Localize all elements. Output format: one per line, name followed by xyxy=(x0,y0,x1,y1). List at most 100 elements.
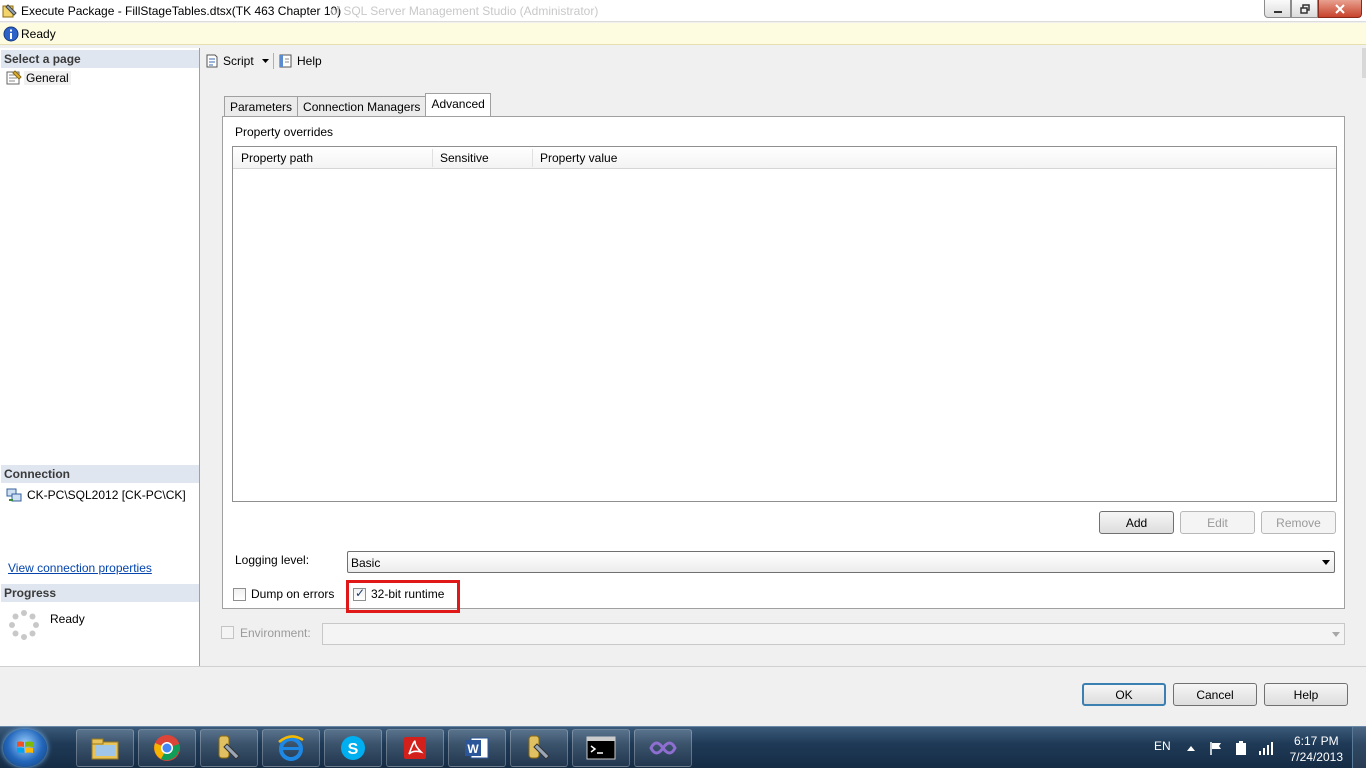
scrollbar[interactable] xyxy=(1362,48,1366,78)
taskbar-app-internet-explorer[interactable] xyxy=(262,729,320,767)
file-explorer-icon xyxy=(91,738,119,760)
minimize-button[interactable] xyxy=(1264,0,1291,18)
progress-header: Progress xyxy=(1,584,199,602)
status-bar: Ready xyxy=(0,23,1366,45)
visual-studio-icon xyxy=(649,741,677,755)
windows-logo-icon xyxy=(17,741,33,753)
action-center-flag-icon[interactable] xyxy=(1208,740,1224,756)
advanced-tab-panel: Property overrides Property path Sensiti… xyxy=(222,116,1345,613)
show-hidden-icons-icon[interactable] xyxy=(1183,740,1199,756)
tab-parameters[interactable]: Parameters xyxy=(224,96,299,116)
svg-text:W: W xyxy=(467,742,479,756)
dropdown-arrow-icon xyxy=(1332,632,1340,637)
chrome-icon xyxy=(154,735,180,761)
help-icon xyxy=(279,54,292,68)
left-panel: Select a page General Connection CK-PC\S… xyxy=(0,48,200,666)
logging-level-select[interactable]: Basic xyxy=(347,551,1335,573)
show-desktop-button[interactable] xyxy=(1352,727,1366,768)
page-item-general[interactable]: General xyxy=(6,70,71,86)
clock-time: 6:17 PM xyxy=(1293,734,1339,748)
close-window-button[interactable] xyxy=(1318,0,1362,18)
window-controls xyxy=(1264,0,1362,18)
taskbar: S W EN 6:17 PM 7/24/2013 xyxy=(0,726,1366,768)
progress-text: Ready xyxy=(50,612,85,626)
connection-label: CK-PC\SQL2012 [CK-PC\CK] xyxy=(27,488,186,502)
select-page-header: Select a page xyxy=(1,50,199,68)
runtime-32bit-label: 32-bit runtime xyxy=(371,587,445,601)
taskbar-app-acrobat[interactable] xyxy=(386,729,444,767)
skype-icon: S xyxy=(341,736,365,760)
progress-spinner-icon xyxy=(9,610,39,640)
grid-header: Property path Sensitive Property value xyxy=(233,147,1336,169)
start-button[interactable] xyxy=(3,729,47,767)
edit-button[interactable]: Edit xyxy=(1180,511,1255,534)
taskbar-app-cmd[interactable] xyxy=(572,729,630,767)
column-header-sensitive[interactable]: Sensitive xyxy=(440,151,489,165)
taskbar-app-explorer[interactable] xyxy=(76,729,134,767)
main-area: Script Help Parameters Connection Manage… xyxy=(201,48,1366,666)
power-battery-icon[interactable] xyxy=(1233,740,1249,756)
logging-level-value: Basic xyxy=(351,556,381,570)
restore-icon xyxy=(1299,3,1310,14)
environment-label: Environment: xyxy=(240,626,311,640)
network-signal-icon[interactable] xyxy=(1258,740,1274,756)
dump-on-errors-checkbox[interactable] xyxy=(233,588,246,601)
toolbar: Script Help xyxy=(201,48,1366,78)
property-overrides-grid[interactable]: Property path Sensitive Property value xyxy=(232,146,1337,502)
ssms-icon xyxy=(218,735,240,760)
language-indicator[interactable]: EN xyxy=(1154,739,1171,753)
window-title: Execute Package - FillStageTables.dtsx(T… xyxy=(21,4,342,18)
window-title-background: of SQL Server Management Studio (Adminis… xyxy=(330,4,599,18)
runtime-32bit-checkbox[interactable] xyxy=(353,586,366,601)
maximize-button[interactable] xyxy=(1291,0,1318,18)
script-label: Script xyxy=(223,54,254,68)
dialog-footer: OK Cancel Help xyxy=(0,666,1366,726)
help-toolbar-button[interactable]: Help xyxy=(278,52,322,70)
view-connection-properties-link[interactable]: View connection properties xyxy=(8,561,152,575)
environment-select[interactable] xyxy=(322,623,1345,645)
cmd-icon xyxy=(586,736,616,760)
tab-connection-managers[interactable]: Connection Managers xyxy=(297,96,427,116)
property-overrides-label: Property overrides xyxy=(235,125,334,139)
column-header-property-value[interactable]: Property value xyxy=(540,151,617,165)
taskbar-app-skype[interactable]: S xyxy=(324,729,382,767)
word-icon: W xyxy=(465,737,489,759)
script-button[interactable]: Script xyxy=(204,52,269,70)
chevron-down-icon xyxy=(261,59,269,63)
taskbar-app-visual-studio[interactable] xyxy=(634,729,692,767)
dropdown-arrow-icon xyxy=(1322,560,1330,565)
ok-button[interactable]: OK xyxy=(1082,683,1166,706)
column-divider[interactable] xyxy=(532,149,533,167)
connection-item: CK-PC\SQL2012 [CK-PC\CK] xyxy=(6,487,186,503)
help-toolbar-label: Help xyxy=(297,54,322,68)
cancel-button[interactable]: Cancel xyxy=(1173,683,1257,706)
environment-checkbox[interactable] xyxy=(221,626,234,639)
svg-text:S: S xyxy=(348,741,359,758)
column-header-property-path[interactable]: Property path xyxy=(241,151,313,165)
acrobat-icon xyxy=(404,737,426,759)
help-button[interactable]: Help xyxy=(1264,683,1348,706)
toolbar-separator xyxy=(273,53,274,69)
remove-button[interactable]: Remove xyxy=(1261,511,1336,534)
page-item-label: General xyxy=(24,71,71,85)
taskbar-app-word[interactable]: W xyxy=(448,729,506,767)
tab-strip: Parameters Connection Managers Advanced xyxy=(224,93,491,116)
tab-advanced[interactable]: Advanced xyxy=(425,93,491,116)
taskbar-app-ssms-2[interactable] xyxy=(510,729,568,767)
taskbar-app-chrome[interactable] xyxy=(138,729,196,767)
general-page-icon xyxy=(6,70,22,85)
add-button[interactable]: Add xyxy=(1099,511,1174,534)
dump-on-errors-label: Dump on errors xyxy=(251,587,335,601)
column-divider[interactable] xyxy=(432,149,433,167)
internet-explorer-icon xyxy=(278,735,304,761)
server-connection-icon xyxy=(6,488,22,502)
clock[interactable]: 6:17 PM 7/24/2013 xyxy=(1290,733,1343,765)
progress-item: Ready xyxy=(8,609,85,641)
clock-date: 7/24/2013 xyxy=(1289,750,1343,764)
taskbar-app-ssms[interactable] xyxy=(200,729,258,767)
execute-package-icon xyxy=(2,4,17,18)
title-bar: Execute Package - FillStageTables.dtsx(T… xyxy=(0,0,1366,22)
logging-level-label: Logging level: xyxy=(235,553,310,567)
minimize-icon xyxy=(1273,10,1282,13)
script-icon xyxy=(206,54,218,68)
